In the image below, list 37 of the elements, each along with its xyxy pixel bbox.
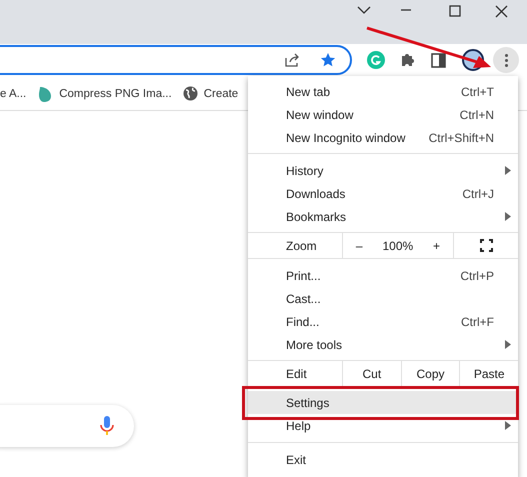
menu-item[interactable]: New Incognito window Ctrl+Shift+N [248,126,518,149]
bookmark-item[interactable]: e A... [0,88,26,100]
menu-item[interactable]: Print... Ctrl+P [248,264,518,287]
menu-item[interactable]: New tab Ctrl+T [248,80,518,103]
share-icon[interactable] [284,53,300,67]
fullscreen-icon [480,239,493,252]
maximize-icon[interactable] [449,5,461,17]
menu-item[interactable]: Find... Ctrl+F [248,310,518,333]
address-bar[interactable] [0,45,352,75]
menu-label: Zoom [285,238,318,254]
menu-item[interactable]: Exit [248,448,518,471]
close-icon[interactable] [495,5,508,18]
side-panel-icon[interactable] [431,52,446,68]
zoom-value: 100% [382,238,414,252]
globe-icon [182,86,198,101]
zoom-in-button[interactable]: + [427,238,446,252]
menu-item[interactable]: More tools [248,333,518,356]
zoom-out-button[interactable]: – [350,238,369,252]
menu-item[interactable]: New window Ctrl+N [248,103,518,126]
puzzle-icon[interactable] [400,52,416,68]
menu-item[interactable]: Help [248,414,518,437]
leaf-icon [37,84,54,102]
edit-action-button[interactable]: Cut [342,361,401,386]
bookmark-item[interactable]: Create [182,86,238,101]
menu-item[interactable]: Cast... [248,287,518,310]
chevron-down-icon[interactable] [357,5,371,15]
microphone-icon[interactable] [100,415,114,437]
menu-item[interactable]: History [248,159,518,182]
edit-action-button[interactable]: Paste [459,361,518,386]
menu-label: Edit [285,366,308,382]
edit-action-button[interactable]: Copy [400,361,460,386]
menu-item[interactable]: Settings [248,391,518,414]
menu-item[interactable]: Bookmarks [248,205,518,228]
menu-item[interactable]: Downloads Ctrl+J [248,182,518,205]
menu-icon[interactable] [493,47,519,73]
star-icon[interactable] [320,52,336,68]
bookmark-item[interactable]: Compress PNG Ima... [37,84,172,102]
